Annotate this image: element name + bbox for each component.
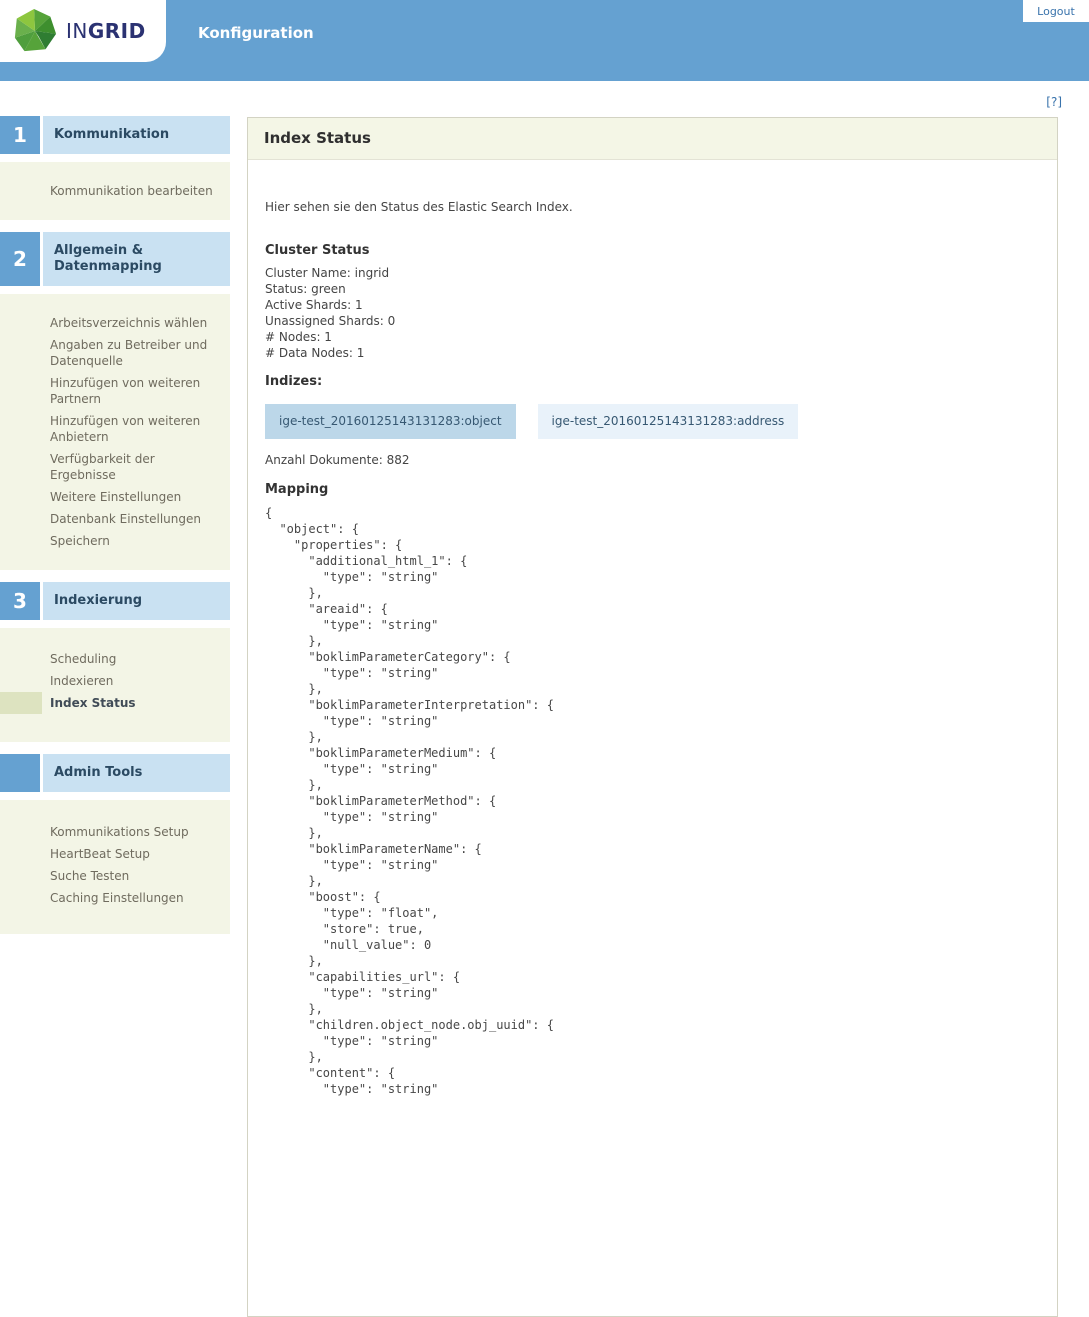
data-nodes-line: # Data Nodes: 1 <box>265 346 365 360</box>
logout-box: Logout <box>1023 0 1089 22</box>
section-number-badge: 2 <box>0 232 40 286</box>
mapping-json: { "object": { "properties": { "additiona… <box>265 506 554 1096</box>
index-tab-address[interactable]: ige-test_20160125143131283:address <box>537 404 799 439</box>
brand-name: INGRID <box>66 19 146 43</box>
sidebar-panel-admin-tools: Kommunikations Setup HeartBeat Setup Suc… <box>0 800 230 934</box>
main-content-panel: Index Status Hier sehen sie den Status d… <box>247 117 1058 1317</box>
sidebar-section-admin-tools: Admin Tools <box>0 754 230 792</box>
sidebar-item-kommunikations-setup[interactable]: Kommunikations Setup <box>0 821 230 843</box>
sidebar-item-index-status[interactable]: Index Status <box>0 692 230 714</box>
logout-button[interactable]: Logout <box>1037 5 1075 18</box>
unassigned-shards-line: Unassigned Shards: 0 <box>265 314 396 328</box>
brand-name-bold: GRID <box>87 19 146 43</box>
ingrid-logo-icon <box>14 8 57 52</box>
sidebar-section-title-indexierung[interactable]: Indexierung <box>43 582 230 620</box>
sidebar-section-indexierung: 3 Indexierung <box>0 582 230 620</box>
brand-name-light: IN <box>66 19 88 43</box>
sidebar-item-label: Index Status <box>50 696 136 710</box>
sidebar-item-verfuegbarkeit[interactable]: Verfügbarkeit der Ergebnisse <box>0 448 230 486</box>
sidebar-panel-kommunikation: Kommunikation bearbeiten <box>0 162 230 220</box>
sidebar-item-indexieren[interactable]: Indexieren <box>0 670 230 692</box>
indices-heading: Indizes: <box>265 374 323 389</box>
cluster-status-line: Status: green <box>265 282 346 296</box>
sidebar-item-weitere-partner[interactable]: Hinzufügen von weiteren Partnern <box>0 372 230 410</box>
sidebar-item-caching-einstellungen[interactable]: Caching Einstellungen <box>0 887 230 909</box>
cluster-name-line: Cluster Name: ingrid <box>265 266 390 280</box>
sidebar-item-suche-testen[interactable]: Suche Testen <box>0 865 230 887</box>
sidebar-item-angaben-betreiber[interactable]: Angaben zu Betreiber und Datenquelle <box>0 334 230 372</box>
sidebar-panel-indexierung: Scheduling Indexieren Index Status <box>0 628 230 742</box>
sidebar-section-allgemein: 2 Allgemein & Datenmapping <box>0 232 230 286</box>
sidebar-item-speichern[interactable]: Speichern <box>0 530 230 552</box>
help-link[interactable]: [?] <box>1046 95 1062 109</box>
sidebar-item-weitere-anbieter[interactable]: Hinzufügen von weiteren Anbietern <box>0 410 230 448</box>
cluster-status-heading: Cluster Status <box>265 243 370 258</box>
sidebar-item-arbeitsverzeichnis[interactable]: Arbeitsverzeichnis wählen <box>0 312 230 334</box>
content-title: Index Status <box>248 118 1057 160</box>
sidebar-item-datenbank-einstellungen[interactable]: Datenbank Einstellungen <box>0 508 230 530</box>
logo-box[interactable]: INGRID <box>0 0 166 62</box>
content-body: Hier sehen sie den Status des Elastic Se… <box>248 200 1057 1097</box>
active-item-marker <box>0 692 42 714</box>
sidebar-section-kommunikation: 1 Kommunikation <box>0 116 230 154</box>
sidebar: 1 Kommunikation Kommunikation bearbeiten… <box>0 116 230 946</box>
sidebar-item-scheduling[interactable]: Scheduling <box>0 648 230 670</box>
sidebar-item-weitere-einstellungen[interactable]: Weitere Einstellungen <box>0 486 230 508</box>
sidebar-section-title-kommunikation[interactable]: Kommunikation <box>43 116 230 154</box>
section-number-badge <box>0 754 40 792</box>
documents-count: Anzahl Dokumente: 882 <box>265 453 410 467</box>
sidebar-panel-allgemein: Arbeitsverzeichnis wählen Angaben zu Bet… <box>0 294 230 570</box>
active-shards-line: Active Shards: 1 <box>265 298 363 312</box>
section-number-badge: 1 <box>0 116 40 154</box>
section-number-badge: 3 <box>0 582 40 620</box>
sidebar-item-heartbeat-setup[interactable]: HeartBeat Setup <box>0 843 230 865</box>
mapping-heading: Mapping <box>265 482 329 497</box>
intro-text: Hier sehen sie den Status des Elastic Se… <box>265 200 573 214</box>
nodes-line: # Nodes: 1 <box>265 330 332 344</box>
index-tab-object[interactable]: ige-test_20160125143131283:object <box>265 404 516 439</box>
sidebar-section-title-admin-tools[interactable]: Admin Tools <box>43 754 230 792</box>
sidebar-item-kommunikation-bearbeiten[interactable]: Kommunikation bearbeiten <box>0 180 230 202</box>
sidebar-section-title-allgemein[interactable]: Allgemein & Datenmapping <box>43 232 230 286</box>
page-title: Konfiguration <box>198 24 314 42</box>
indices-button-row: ige-test_20160125143131283:object ige-te… <box>265 404 1040 439</box>
